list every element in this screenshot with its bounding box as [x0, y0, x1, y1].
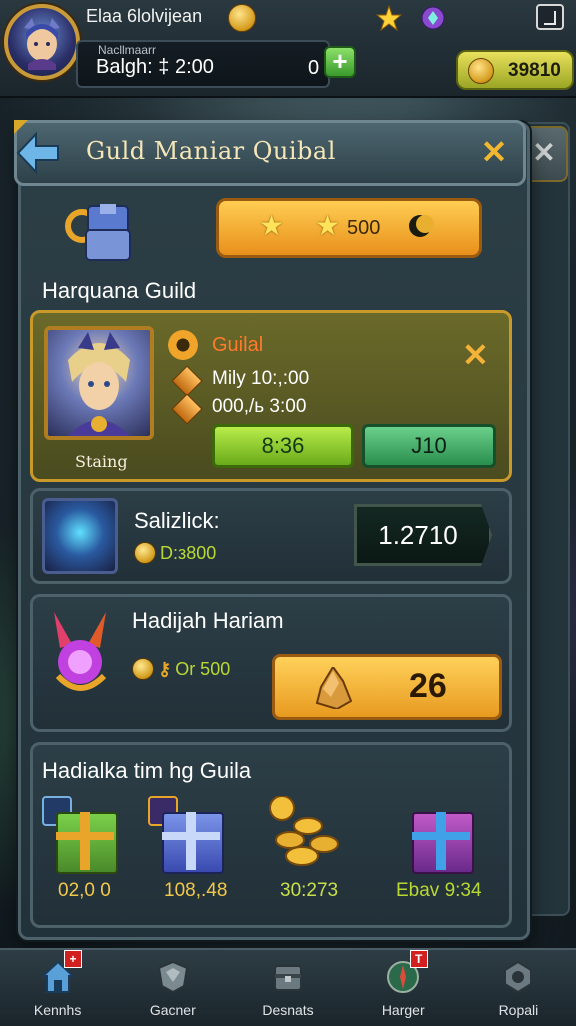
gem-icon [421, 6, 445, 30]
gift-ribbon [412, 832, 470, 840]
reward-item[interactable]: 108,.48 [148, 796, 268, 906]
nav-item-guard[interactable]: Gacner [115, 950, 230, 1026]
player-stats-panel: Nacllmaarr Balgh: ‡ 2:00 0 [76, 40, 330, 88]
player-avatar[interactable] [4, 4, 80, 80]
gift-ribbon [80, 812, 90, 870]
orb-card-title: Hadijah Hariam [132, 608, 284, 633]
star-icon [376, 5, 402, 31]
reward-item[interactable]: Ebav 9:34 [396, 796, 516, 906]
crystal-card-sub: D:з800 [134, 542, 216, 564]
orb-claim-value: 26 [409, 667, 447, 705]
key-icon: ⚷ [158, 658, 172, 679]
nav-item-hunter[interactable]: T Harger [346, 950, 461, 1026]
player-name: Elaa 6lolvijean [86, 6, 203, 26]
reward-amount: 02,0 0 [58, 880, 111, 901]
back-arrow-icon[interactable] [14, 120, 62, 186]
add-currency-button[interactable]: + [324, 46, 356, 78]
resource-value: 500 [347, 217, 381, 239]
crystal-knight-icon [42, 498, 118, 574]
nav-label: Kennhs [33, 1002, 82, 1018]
crystal-card-sub-value: D:з800 [160, 542, 217, 563]
close-icon[interactable]: ✕ [478, 136, 510, 168]
gold-coin-icon [228, 4, 256, 32]
gold-balance-pill[interactable]: 39810 [456, 50, 574, 90]
reward-amount: 30:273 [280, 880, 339, 901]
gold-balance-value: 39810 [508, 60, 561, 81]
guild-stat-line-2: 000,/ь 3:00 [212, 396, 307, 417]
star-icon: ★ [315, 210, 341, 241]
guild-section-title: Harquana Guild [42, 278, 197, 303]
nav-item-chest[interactable]: Desnats [230, 950, 345, 1026]
settings-icon [504, 960, 533, 994]
dismiss-icon[interactable]: ✕ [462, 336, 489, 374]
gift-ribbon [56, 832, 114, 840]
crystal-value-button[interactable]: 1.2710 [354, 504, 492, 566]
nav-label: Ropali [498, 1002, 539, 1018]
gear-icon [168, 330, 198, 360]
star-currency[interactable] [376, 4, 402, 32]
stats-value: Balgh: ‡ 2:00 [96, 56, 214, 78]
guild-stat-line-1: Mily 10:,:00 [212, 368, 310, 389]
guild-emblem-icon [65, 204, 131, 261]
reward-item[interactable]: 02,0 0 [42, 796, 162, 906]
hero-portrait-icon [24, 18, 60, 70]
nav-label: Desnats [262, 1002, 314, 1018]
timer-button[interactable]: 8:36 [212, 424, 354, 468]
join-button[interactable]: J10 [362, 424, 496, 468]
gift-ribbon [162, 832, 220, 840]
gift-ribbon [436, 812, 446, 870]
panel-title: Guld Maniar Quibal [86, 137, 336, 165]
gold-coin-icon [468, 58, 494, 84]
gold-ore-icon [315, 667, 353, 709]
moon-icon [409, 215, 434, 237]
gold-currency[interactable] [228, 4, 256, 32]
rewards-title: Hadialka tim hg Guila [42, 758, 252, 783]
guild-label: Guilal [212, 334, 264, 356]
nav-badge: + [64, 950, 82, 968]
hero-name: Staing [75, 452, 128, 471]
gem-currency[interactable] [420, 4, 446, 32]
crystal-card-title: Salizlick: [134, 508, 220, 533]
star-icon: ★ [259, 210, 285, 241]
bottom-navigation: + Kennhs Gacner Desnats T Harger Ropali [0, 948, 576, 1026]
reward-amount: 108,.48 [164, 880, 228, 901]
nav-label: Harger [381, 1002, 425, 1018]
nav-label: Gacner [149, 1002, 196, 1018]
nav-badge: T [409, 950, 428, 968]
menu-button[interactable] [536, 4, 564, 30]
reward-amount: Ebav 9:34 [396, 880, 482, 901]
hero-character-icon [68, 332, 130, 436]
coin-icon [132, 658, 154, 680]
orb-card-sub: ⚷ Or 500 [132, 658, 230, 680]
shield-icon [157, 960, 188, 994]
orb-claim-button[interactable]: 26 [272, 654, 502, 720]
coin-pile-icon [269, 796, 339, 866]
orb-card-sub-value: Or 500 [175, 658, 231, 679]
stats-label: Nacllmaarr [98, 43, 157, 57]
reward-item[interactable]: 30:273 [268, 796, 388, 906]
stats-count: 0 [308, 57, 320, 79]
nav-item-home[interactable]: + Kennhs [0, 950, 115, 1026]
hero-portrait [44, 326, 154, 440]
coin-icon [134, 542, 156, 564]
magic-orb-icon [54, 612, 107, 691]
resource-bar[interactable]: ★ ★ 500 [216, 198, 482, 258]
chest-icon [274, 965, 302, 991]
nav-item-settings[interactable]: Ropali [461, 950, 576, 1026]
gift-ribbon [186, 812, 196, 870]
